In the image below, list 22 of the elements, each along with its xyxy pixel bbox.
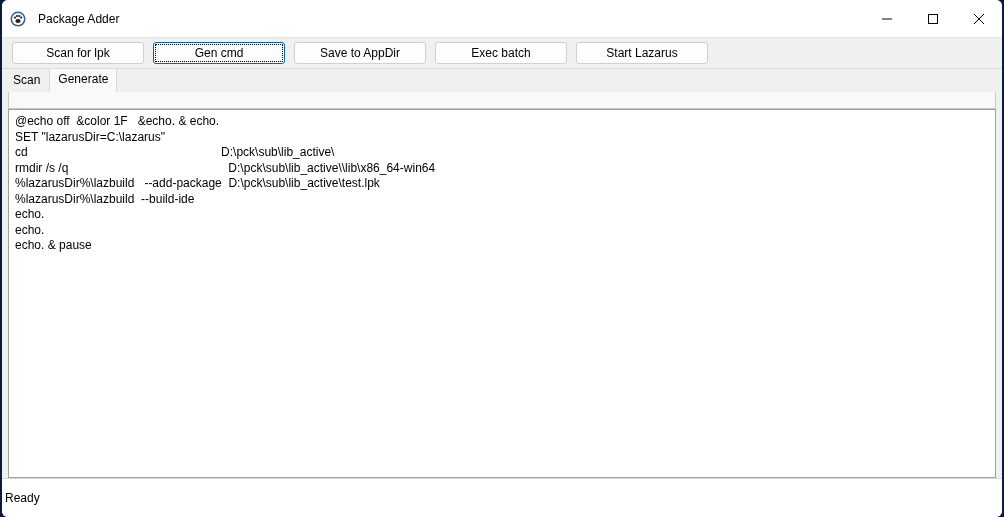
toolbar-button[interactable]: Exec batch [435,42,567,64]
code-line: echo. & pause [15,238,93,254]
code-line: @echo off &color 1F &echo. & echo. [15,114,221,130]
tab[interactable]: Generate [49,68,118,92]
code-line: %lazarusDir%\lazbuild --add-package D:\pck\sub\lib_active\test.lpk [15,176,381,192]
code-line: cd D:\pck\sub\lib_active\ [15,145,336,161]
window-title: Package Adder [38,11,120,26]
code-line: echo. [15,222,46,238]
close-icon [973,12,985,25]
maximize-icon [927,12,939,25]
tab[interactable]: Scan [4,69,50,92]
toolbar-button[interactable]: Scan for lpk [12,42,144,64]
toolbar-button[interactable]: Start Lazarus [576,42,708,64]
code-line: %lazarusDir%\lazbuild --build-ide [15,191,196,207]
toolbar-button[interactable]: Save to AppDir [294,42,426,64]
paw-icon [10,10,26,27]
code-line: echo. [15,207,46,223]
toolbar-button[interactable]: Gen cmd [153,42,285,64]
status-text: Ready [5,491,40,505]
text-editor[interactable] [8,109,996,478]
code-line: rmdir /s /q D:\pck\sub\lib_active\\lib\x86_64-win64 [15,160,437,176]
code-line: SET "lazarusDir=C:\lazarus" [15,129,166,145]
